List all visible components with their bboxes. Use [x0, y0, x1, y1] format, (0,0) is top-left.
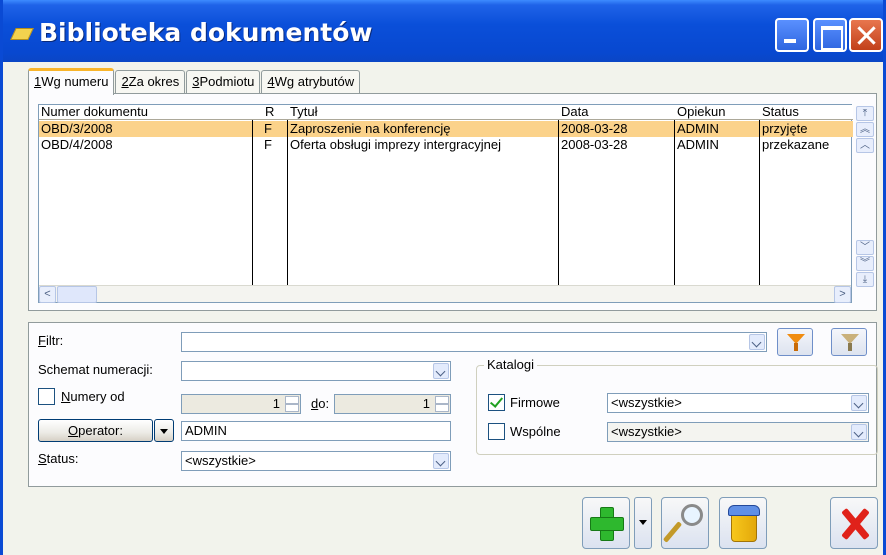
- clear-filter-button[interactable]: [831, 328, 867, 356]
- cell-status: przekazane: [762, 137, 830, 152]
- preview-button[interactable]: [661, 497, 709, 549]
- filtr-combo[interactable]: [181, 332, 767, 352]
- column-divider: [675, 105, 760, 287]
- page-up-icon[interactable]: ︽: [856, 122, 874, 137]
- do-label: do:: [311, 396, 330, 411]
- operator-field[interactable]: ADMIN: [181, 421, 451, 441]
- scroll-bottom-icon[interactable]: ⤓: [856, 272, 874, 287]
- status-label: Status:: [38, 451, 79, 466]
- trash-icon: [731, 514, 757, 542]
- header-tytul[interactable]: Tytuł: [288, 105, 558, 120]
- operator-button[interactable]: Operator:: [38, 419, 153, 442]
- header-r[interactable]: R: [263, 105, 288, 120]
- close-button[interactable]: [830, 497, 878, 549]
- numery-od-checkbox[interactable]: [38, 388, 55, 405]
- scroll-top-icon[interactable]: ⤒: [856, 106, 874, 121]
- numer-od-stepper[interactable]: 1: [181, 394, 301, 414]
- scroll-left-icon[interactable]: <: [39, 286, 56, 303]
- column-divider: [288, 105, 559, 287]
- chevron-down-icon[interactable]: [749, 334, 765, 350]
- documents-tab-panel: OBD/3/2008 F Zaproszenie na konferencję …: [28, 93, 877, 311]
- magnifier-icon: [662, 521, 683, 543]
- header-data[interactable]: Data: [559, 105, 674, 120]
- documents-grid[interactable]: OBD/3/2008 F Zaproszenie na konferencję …: [38, 104, 853, 303]
- grid-header: Numer dokumentu R Tytuł Data Opiekun Sta…: [39, 105, 853, 120]
- firmowe-label: Firmowe: [510, 395, 560, 410]
- wspolne-combo[interactable]: <wszystkie>: [607, 422, 869, 442]
- schemat-numeracji-label: Schemat numeracji:: [38, 362, 153, 377]
- filtr-label: Filtr:: [38, 333, 64, 348]
- column-divider: [39, 105, 253, 287]
- delete-button[interactable]: [719, 497, 767, 549]
- wspolne-label: Wspólne: [510, 424, 561, 439]
- apply-filter-button[interactable]: [777, 328, 813, 356]
- header-opiekun[interactable]: Opiekun: [675, 105, 759, 120]
- filter-panel: Filtr: Schemat numeracji: Numery od 1 do…: [28, 322, 878, 487]
- stepper-up-icon[interactable]: [435, 396, 449, 404]
- tab-za-okres[interactable]: 2Za okres: [115, 70, 186, 94]
- minimize-button[interactable]: [775, 18, 809, 52]
- tab-wg-atrybutow[interactable]: 4Wg atrybutów: [261, 70, 361, 94]
- vertical-scrollbar[interactable]: ⤒ ︽ ︿ ﹀ ︾ ⤓: [856, 106, 874, 302]
- horizontal-scrollbar[interactable]: < >: [39, 285, 851, 303]
- numery-od-label: Numery od: [61, 389, 125, 404]
- chevron-down-icon[interactable]: [433, 363, 449, 379]
- column-divider: [559, 105, 675, 287]
- tab-wg-numeru[interactable]: 1Wg numeru: [28, 68, 115, 95]
- scroll-right-icon[interactable]: >: [834, 286, 851, 303]
- horizontal-scroll-thumb[interactable]: [57, 286, 97, 303]
- chevron-down-icon[interactable]: [851, 424, 867, 440]
- maximize-button[interactable]: [813, 18, 847, 52]
- scroll-down-icon[interactable]: ﹀: [856, 240, 874, 255]
- tab-podmiotu[interactable]: 3Podmiotu: [186, 70, 261, 94]
- status-combo[interactable]: <wszystkie>: [181, 451, 451, 471]
- stepper-down-icon[interactable]: [285, 404, 299, 412]
- header-status[interactable]: Status: [760, 105, 853, 120]
- scroll-up-icon[interactable]: ︿: [856, 138, 874, 153]
- katalogi-legend: Katalogi: [484, 357, 537, 372]
- header-numer-dokumentu[interactable]: Numer dokumentu: [39, 105, 252, 120]
- chevron-down-icon[interactable]: [851, 395, 867, 411]
- schemat-numeracji-combo[interactable]: [181, 361, 451, 381]
- wspolne-checkbox[interactable]: [488, 423, 505, 440]
- stepper-down-icon[interactable]: [435, 404, 449, 412]
- title-bar[interactable]: Biblioteka dokumentów: [3, 0, 883, 62]
- close-window-button[interactable]: [849, 18, 883, 52]
- column-divider: [253, 105, 288, 287]
- app-icon: [10, 28, 34, 40]
- tab-strip: 1Wg numeru 2Za okres 3Podmiotu 4Wg atryb…: [28, 68, 361, 95]
- stepper-up-icon[interactable]: [285, 396, 299, 404]
- operator-dropdown-button[interactable]: [154, 419, 174, 442]
- firmowe-combo[interactable]: <wszystkie>: [607, 393, 869, 413]
- numer-do-stepper[interactable]: 1: [334, 394, 451, 414]
- firmowe-checkbox[interactable]: [488, 394, 505, 411]
- main-window: Biblioteka dokumentów 1Wg numeru 2Za okr…: [0, 0, 886, 555]
- add-document-button[interactable]: [582, 497, 630, 549]
- add-dropdown-button[interactable]: [634, 497, 652, 549]
- triangle-down-icon: [160, 429, 168, 435]
- window-title: Biblioteka dokumentów: [39, 18, 373, 47]
- cell-status: przyjęte: [762, 121, 808, 136]
- chevron-down-icon[interactable]: [433, 453, 449, 469]
- page-down-icon[interactable]: ︾: [856, 256, 874, 271]
